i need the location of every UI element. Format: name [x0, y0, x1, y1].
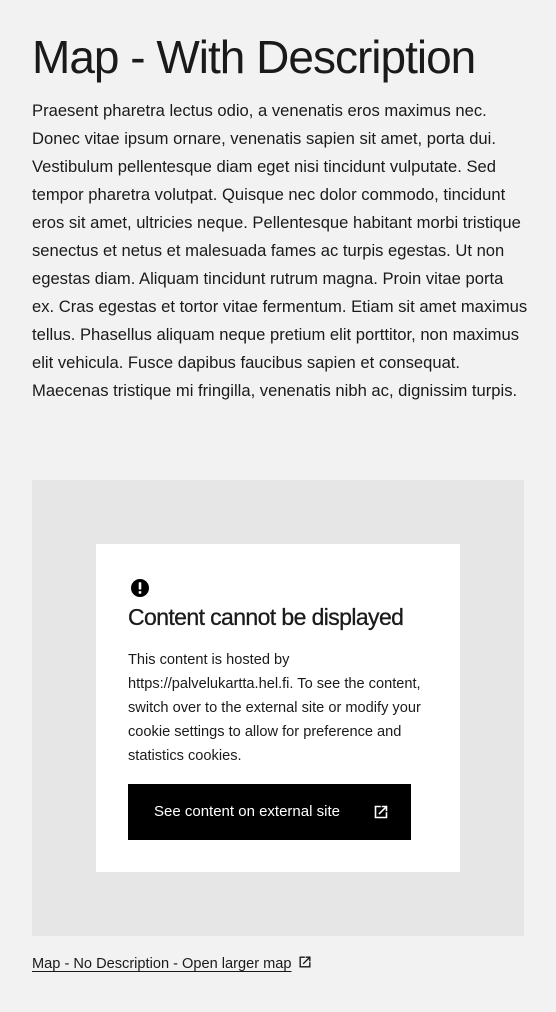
open-larger-map-link[interactable]: Map - No Description - Open larger map	[32, 952, 312, 976]
external-link-icon	[374, 805, 388, 819]
page-title: Map - With Description	[32, 31, 476, 83]
page-description: Praesent pharetra lectus odio, a venenat…	[32, 101, 528, 400]
notice-text: This content is hosted by https://palvel…	[128, 652, 421, 764]
alert-circle-icon	[131, 579, 149, 597]
open-larger-map-label: Map - No Description - Open larger map	[32, 956, 292, 972]
map-embed-placeholder: Content cannot be displayed This content…	[32, 480, 524, 936]
consent-notice-card: Content cannot be displayed This content…	[96, 544, 460, 872]
button-label: See content on external site	[154, 803, 340, 820]
external-link-icon	[299, 956, 311, 968]
see-content-external-button[interactable]: See content on external site	[128, 784, 411, 840]
notice-title: Content cannot be displayed	[128, 604, 404, 630]
